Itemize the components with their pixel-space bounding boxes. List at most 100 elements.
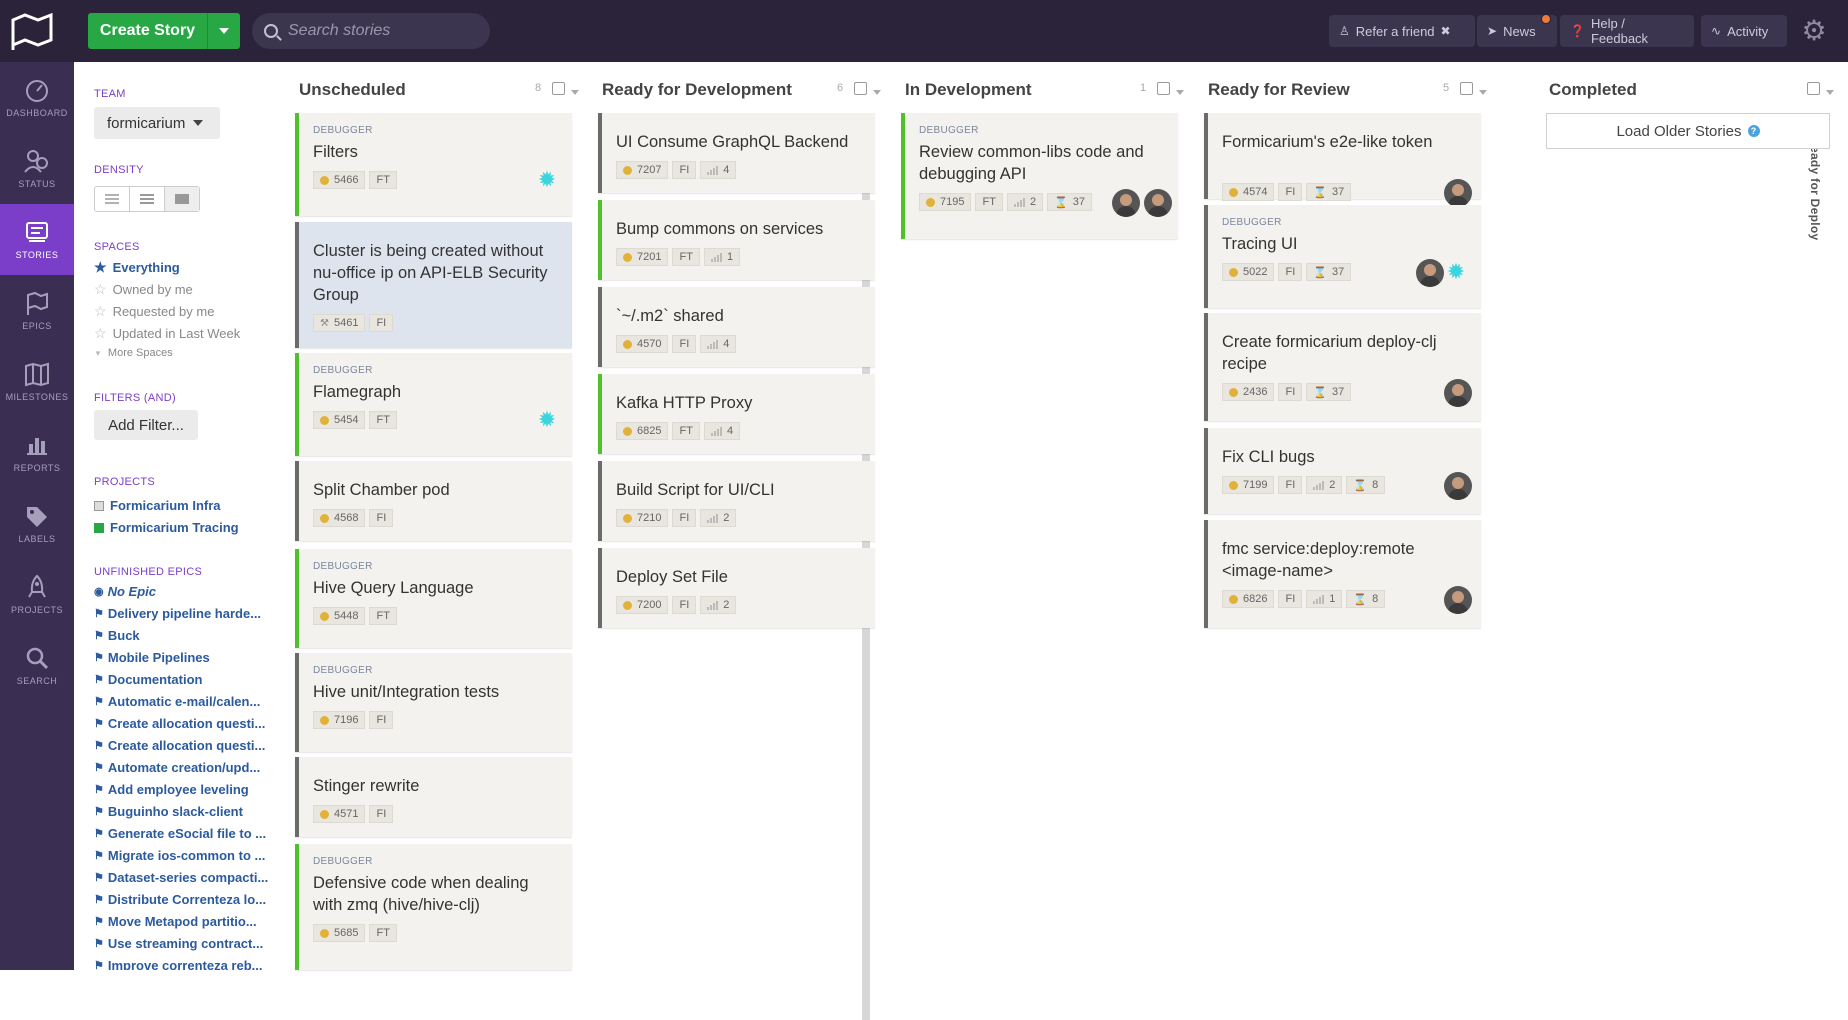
epic-item[interactable]: ⚑ Add employee leveling [94,782,249,797]
epic-item[interactable]: ⚑ Create allocation questi... [94,738,265,753]
epic-item[interactable]: ⚑ Create allocation questi... [94,716,265,731]
story-card[interactable]: Cluster is being created without nu-offi… [295,222,572,348]
gear-icon[interactable]: ⚙ [1799,16,1829,46]
owner-avatar[interactable] [1444,379,1472,407]
column-select-checkbox[interactable] [552,82,565,95]
story-id-badge: 4574 [1222,183,1275,201]
story-card[interactable]: `~/.m2` shared 4570 FI 4 [598,287,875,367]
story-id-badge: 7196 [313,711,366,729]
owner-avatar[interactable] [1444,586,1472,614]
more-spaces-toggle[interactable]: ▼ More Spaces [94,347,173,359]
create-story-dropdown-button[interactable] [208,13,240,49]
epic-item[interactable]: ⚑ Migrate ios-common to ... [94,848,265,863]
nav-search[interactable]: SEARCH [0,630,74,701]
story-card[interactable]: DEBUGGER Flamegraph 5454 FT ✹ [295,353,572,456]
owner-avatar[interactable] [1444,472,1472,500]
chevron-down-icon[interactable] [1479,90,1487,95]
chevron-down-icon[interactable] [1826,90,1834,95]
project-checkbox[interactable] [94,522,104,533]
search-input[interactable]: Search stories [252,13,490,49]
space-everything[interactable]: ★ Everything [94,259,180,276]
story-card[interactable]: Split Chamber pod 4568 FI [295,461,572,541]
owner-avatar[interactable] [1144,189,1172,217]
story-card[interactable]: Deploy Set File 7200 FI 2 [598,548,875,628]
owner-avatar[interactable] [1112,189,1140,217]
story-id: 7210 [637,512,662,524]
star-icon: ☆ [94,281,107,297]
density-normal-button[interactable] [130,187,165,211]
shortcut-logo-icon[interactable] [10,12,56,52]
epic-item[interactable]: ⚑ Distribute Correnteza lo... [94,892,266,907]
column-select-checkbox[interactable] [854,82,867,95]
density-expanded-button[interactable] [165,187,199,211]
project-checkbox[interactable] [94,500,104,511]
activity-button[interactable]: ∿ Activity [1701,15,1787,47]
help-feedback-button[interactable]: ❓ Help / Feedback [1560,15,1694,47]
story-id-badge: 7199 [1222,476,1275,494]
nav-labels[interactable]: LABELS [0,488,74,559]
epic-item[interactable]: ⚑ Mobile Pipelines [94,650,210,665]
project-code: FI [679,512,690,524]
story-type-icon [623,600,632,610]
epic-item[interactable]: ⚑ Move Metapod partitio... [94,914,257,929]
story-id: 4574 [1243,186,1268,198]
epic-item[interactable]: ⚑ Automatic e-mail/calen... [94,694,260,709]
create-story-button[interactable]: Create Story [88,13,208,49]
space-requested-by-me[interactable]: ☆ Requested by me [94,303,214,320]
epic-item[interactable]: ⚑ Documentation [94,672,203,687]
story-card[interactable]: DEBUGGER Review common-libs code and debu… [901,113,1178,239]
epic-item[interactable]: ⚑ Improve correnteza reb... [94,958,263,970]
add-filter-button[interactable]: Add Filter... [94,410,198,440]
space-updated-last-week[interactable]: ☆ Updated in Last Week [94,325,240,342]
team-select[interactable]: formicarium [94,107,220,139]
story-card[interactable]: DEBUGGER Hive Query Language 5448 FT [295,549,572,648]
density-compact-button[interactable] [95,187,130,211]
help-icon[interactable]: ? [1747,125,1760,137]
nav-epics[interactable]: EPICS [0,275,74,346]
story-card[interactable]: Formicarium's e2e-like token 4574 FI ⌛ 37 [1204,113,1481,207]
owner-avatar[interactable] [1416,259,1444,287]
epic-item[interactable]: ⚑ Delivery pipeline harde... [94,606,261,621]
chevron-down-icon[interactable] [873,90,881,95]
project-formicarium-infra[interactable]: Formicarium Infra [94,498,221,513]
owner-avatar[interactable] [1444,179,1472,207]
epic-item[interactable]: ⚑ Generate eSocial file to ... [94,826,266,841]
epic-item[interactable]: ◉ No Epic [94,584,156,599]
nav-status[interactable]: STATUS [0,133,74,204]
chevron-down-icon[interactable] [571,90,579,95]
story-card[interactable]: fmc service:deploy:remote <image-name> 68… [1204,520,1481,628]
nav-dashboard[interactable]: DASHBOARD [0,62,74,133]
story-card[interactable]: Stinger rewrite 4571 FI [295,757,572,837]
story-card[interactable]: DEBUGGER Defensive code when dealing with… [295,844,572,970]
column-select-checkbox[interactable] [1460,82,1473,95]
story-card[interactable]: Kafka HTTP Proxy 6825 FT 4 [598,374,875,454]
space-owned-by-me[interactable]: ☆ Owned by me [94,281,193,298]
project-formicarium-tracing[interactable]: Formicarium Tracing [94,520,239,535]
story-card[interactable]: UI Consume GraphQL Backend 7207 FI 4 [598,113,875,193]
density-heading: DENSITY [94,164,144,176]
epic-item[interactable]: ⚑ Buck [94,628,140,643]
story-card[interactable]: DEBUGGER Tracing UI 5022 FI ⌛ 37 ✹ [1204,205,1481,308]
column-ready-for-deploy-collapsed[interactable]: Ready for Deploy [1808,137,1822,241]
column-select-checkbox[interactable] [1807,82,1820,95]
epic-item[interactable]: ⚑ Buguinho slack-client [94,804,243,819]
nav-milestones[interactable]: MILESTONES [0,346,74,417]
refer-friend-button[interactable]: ♙ Refer a friend ✖ [1329,15,1475,47]
nav-reports[interactable]: REPORTS [0,417,74,488]
load-older-stories-button[interactable]: Load Older Stories? [1546,113,1830,149]
story-title: Split Chamber pod [313,481,450,499]
story-card[interactable]: Fix CLI bugs 7199 FI 2 ⌛ 8 [1204,428,1481,514]
story-card[interactable]: DEBUGGER Hive unit/Integration tests 7196 F… [295,653,572,752]
story-card[interactable]: Build Script for UI/CLI 7210 FI 2 [598,461,875,541]
story-card[interactable]: Bump commons on services 7201 FT 1 [598,200,875,280]
chevron-down-icon[interactable] [1176,90,1184,95]
epic-item[interactable]: ⚑ Automate creation/upd... [94,760,260,775]
story-card[interactable]: DEBUGGER Filters 5466 FT ✹ [295,113,572,216]
column-select-checkbox[interactable] [1157,82,1170,95]
close-icon[interactable]: ✖ [1441,24,1451,38]
story-card[interactable]: Create formicarium deploy-clj recipe 2436… [1204,313,1481,421]
epic-item[interactable]: ⚑ Use streaming contract... [94,936,263,951]
nav-projects[interactable]: PROJECTS [0,559,74,630]
epic-item[interactable]: ⚑ Dataset-series compacti... [94,870,268,885]
nav-stories[interactable]: STORIES [0,204,74,275]
